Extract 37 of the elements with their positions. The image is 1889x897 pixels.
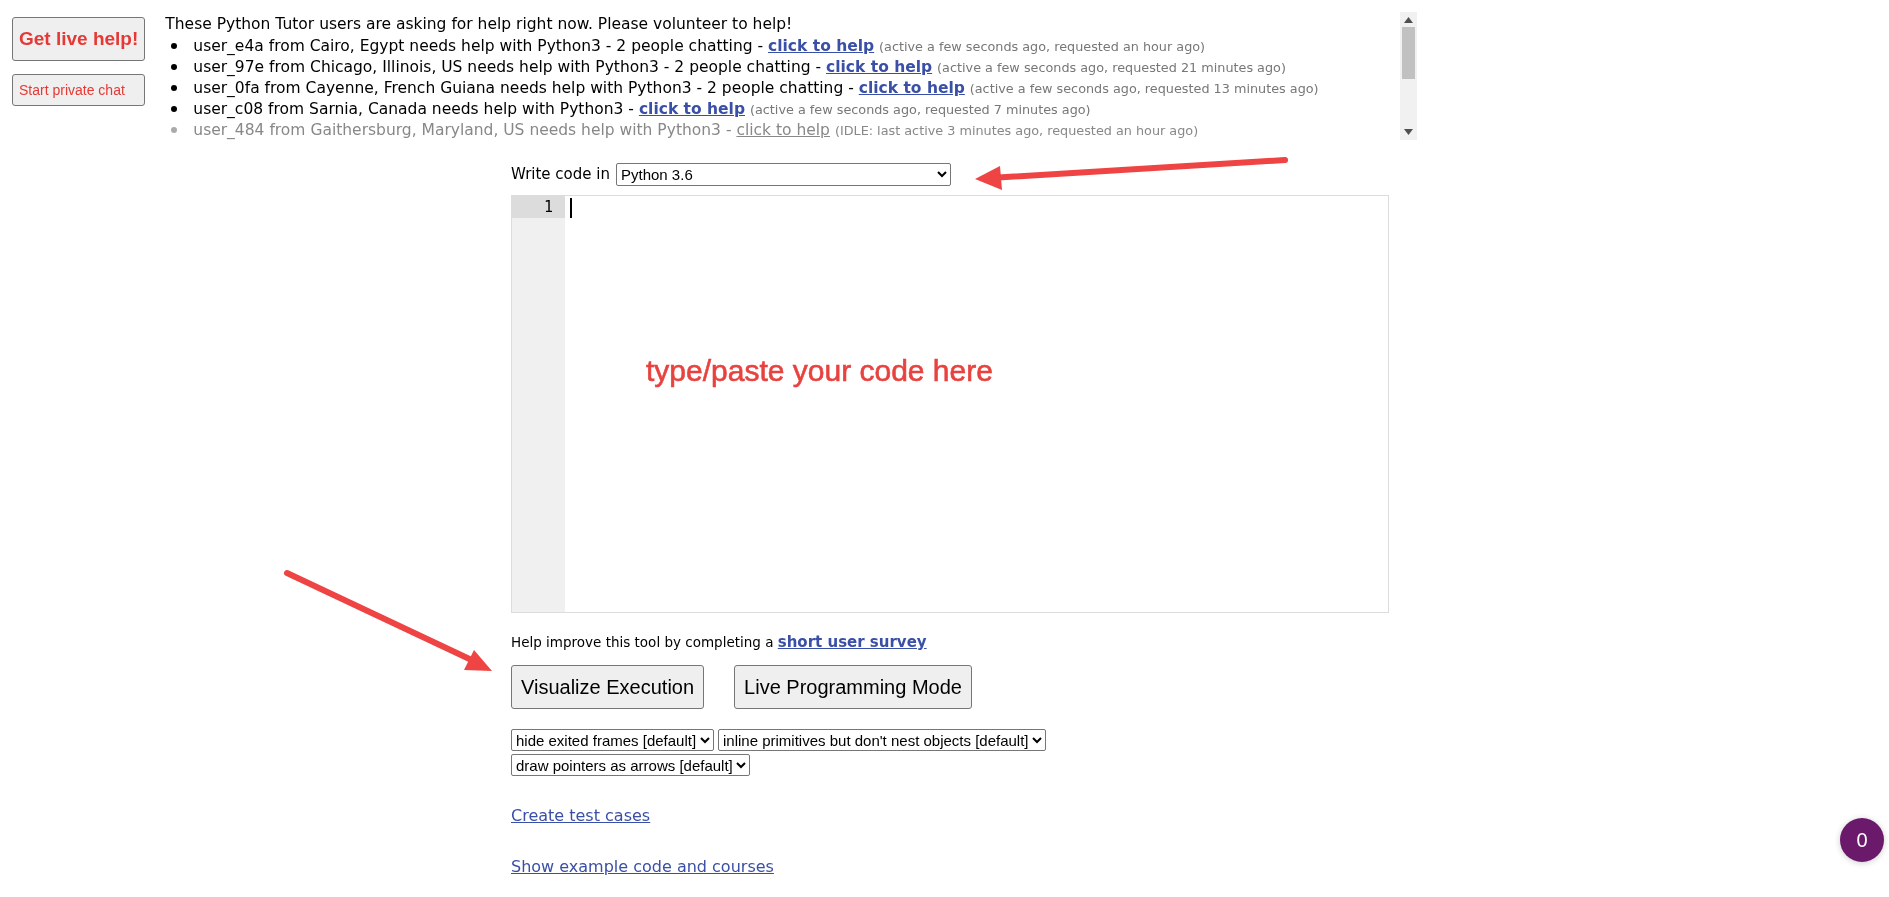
example-code-link[interactable]: Show example code and courses bbox=[511, 857, 774, 876]
help-link[interactable]: click to help bbox=[638, 100, 745, 118]
scrollbar[interactable] bbox=[1400, 12, 1418, 140]
bullet-icon bbox=[171, 85, 178, 91]
bullet-icon bbox=[171, 43, 178, 49]
bullet-icon bbox=[171, 106, 178, 112]
option-dropdown[interactable]: inline primitives but don't nest objects [default] bbox=[718, 729, 1046, 751]
line-number: 1 bbox=[512, 196, 565, 218]
help-link[interactable]: click to help bbox=[768, 37, 875, 55]
help-link[interactable]: click to help bbox=[858, 79, 965, 97]
chat-count-badge[interactable]: 0 bbox=[1840, 818, 1884, 862]
visualize-button[interactable]: Visualize Execution bbox=[511, 665, 705, 709]
help-request: user_484 from Gaithersburg, Maryland, US needs help with Python3 - click to help (IDLE: last active 3 minutes ago, requested an hour ago) bbox=[193, 120, 1199, 140]
help-heading: These Python Tutor users are asking for help right now. Please volunteer to help! bbox=[165, 14, 794, 34]
scroll-down-icon[interactable] bbox=[1404, 129, 1414, 135]
help-request: user_97e from Chicago, Illinois, US needs help with Python3 - 2 people chatting - click to help (active a few seconds ago, requested 21 minutes ago) bbox=[193, 57, 1286, 78]
option-dropdown[interactable]: hide exited frames [default] bbox=[511, 729, 714, 751]
help-request: user_e4a from Cairo, Egypt needs help with Python3 - 2 people chatting - click to help (active a few seconds ago, requested an hour ago) bbox=[193, 36, 1206, 57]
annotation-text: type/paste your code here bbox=[646, 354, 993, 388]
help-link[interactable]: click to help bbox=[736, 121, 830, 139]
language-dropdown[interactable]: Python 3.6 bbox=[616, 162, 951, 186]
survey-link[interactable]: short user survey bbox=[777, 633, 927, 651]
bullet-icon bbox=[171, 127, 178, 133]
help-request: user_c08 from Sarnia, Canada needs help with Python3 - click to help (active a few seconds ago, requested 7 minutes ago) bbox=[193, 99, 1091, 120]
code-editor[interactable]: 1 type/paste your code here bbox=[511, 195, 1389, 613]
survey-prompt: Help improve this tool by completing a short user survey bbox=[511, 633, 928, 651]
text-cursor bbox=[570, 198, 572, 218]
language-label: Write code in bbox=[511, 165, 610, 183]
option-dropdown[interactable]: draw pointers as arrows [default] bbox=[511, 754, 750, 776]
test-cases-link[interactable]: Create test cases bbox=[511, 806, 651, 825]
private-chat-button[interactable]: Start private chat bbox=[12, 74, 146, 106]
help-request: user_0fa from Cayenne, French Guiana needs help with Python3 - 2 people chatting - click to help (active a few seconds ago, requested 13 minutes ago) bbox=[193, 78, 1319, 99]
help-link[interactable]: click to help bbox=[826, 58, 933, 76]
live-help-button[interactable]: Get live help! bbox=[12, 17, 146, 61]
scroll-up-icon[interactable] bbox=[1404, 17, 1414, 23]
bullet-icon bbox=[171, 64, 178, 70]
live-mode-button[interactable]: Live Programming Mode bbox=[734, 665, 972, 709]
